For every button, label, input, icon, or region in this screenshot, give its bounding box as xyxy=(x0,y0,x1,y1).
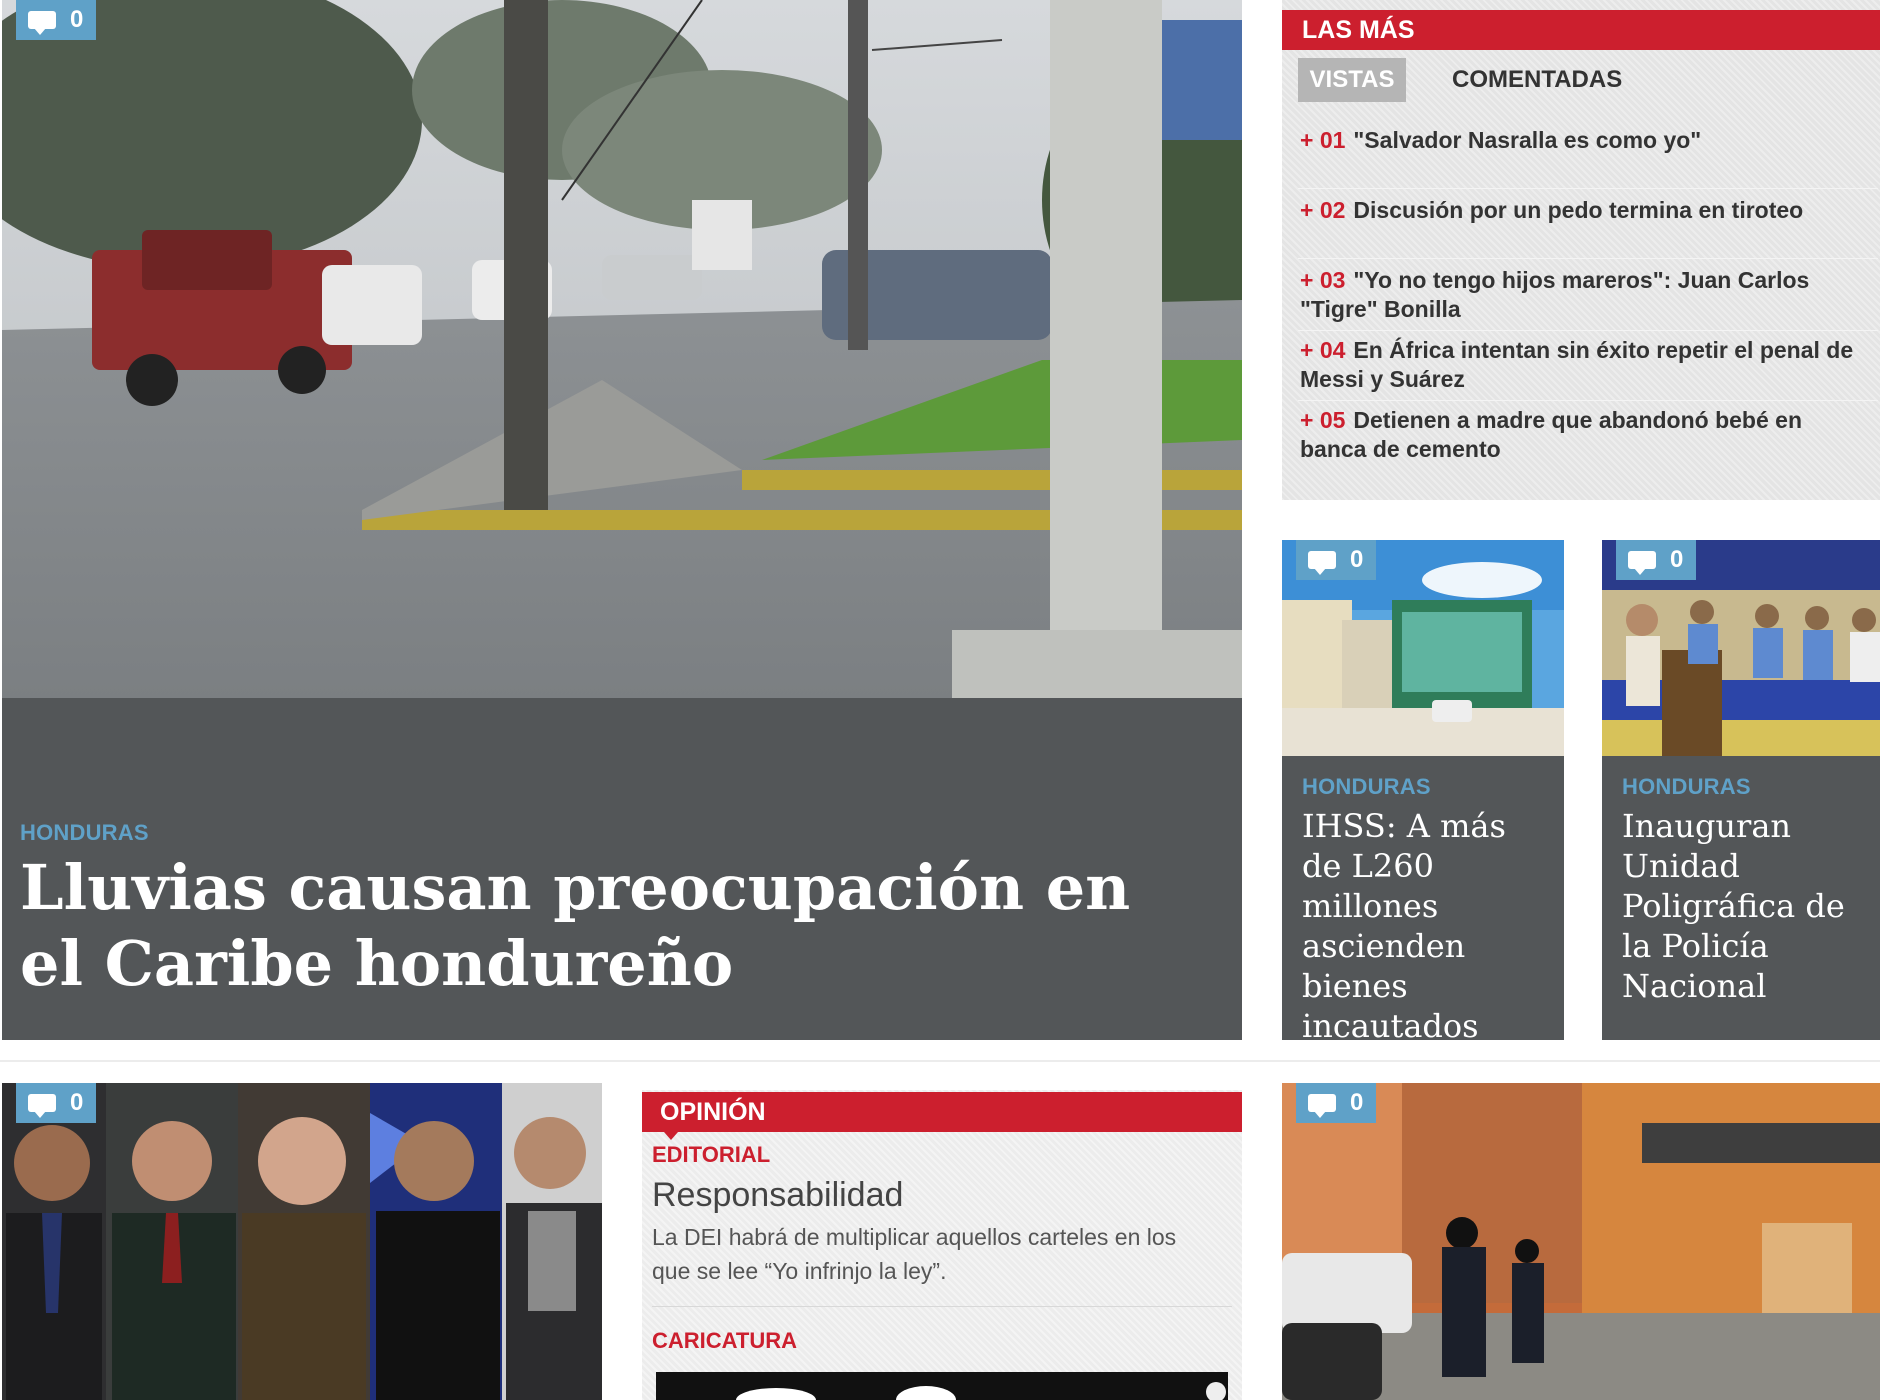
cartoon-drawing xyxy=(656,1372,1228,1400)
rank-number: + 03 xyxy=(1300,267,1346,293)
comment-count: 0 xyxy=(1350,1089,1364,1116)
rainy-street-image xyxy=(2,0,1242,700)
police-raid-article[interactable]: 0 xyxy=(1282,1083,1880,1400)
celebrity-collage-article[interactable]: 0 xyxy=(2,1083,602,1400)
editorial-title[interactable]: Responsabilidad xyxy=(652,1176,903,1215)
popular-item[interactable]: + 02 Discusión por un pedo termina en tir… xyxy=(1300,196,1870,225)
rank-number: + 05 xyxy=(1300,407,1346,433)
most-popular-widget: LAS MÁS VISTAS COMENTADAS + 01 "Salvador … xyxy=(1282,0,1880,500)
most-popular-header: LAS MÁS xyxy=(1282,10,1880,50)
popular-item[interactable]: + 01 "Salvador Nasralla es como yo" xyxy=(1300,126,1870,155)
popular-item-title: "Salvador Nasralla es como yo" xyxy=(1353,127,1702,153)
comment-count: 0 xyxy=(1670,546,1684,573)
comment-count-badge[interactable]: 0 xyxy=(1296,540,1376,580)
card-photo[interactable]: 0 xyxy=(1602,540,1880,756)
popular-item[interactable]: + 03 "Yo no tengo hijos mareros": Juan Ca… xyxy=(1300,266,1870,324)
card-photo[interactable]: 0 xyxy=(1282,540,1564,756)
popular-item[interactable]: + 05 Detienen a madre que abandonó bebé e… xyxy=(1300,406,1870,464)
comment-icon xyxy=(28,1094,56,1118)
card-section-label[interactable]: HONDURAS xyxy=(1622,774,1751,800)
opinion-widget: OPINIÓN EDITORIAL Responsabilidad La DEI… xyxy=(642,1090,1242,1400)
comment-count: 0 xyxy=(70,6,84,33)
tab-comentadas[interactable]: COMENTADAS xyxy=(1452,58,1622,102)
row-divider xyxy=(0,1060,1880,1062)
popular-item-title: Discusión por un pedo termina en tiroteo xyxy=(1353,197,1804,223)
divider xyxy=(1298,188,1878,189)
news-card[interactable]: 0 HONDURAS Inauguran Unidad Poligráfica … xyxy=(1602,540,1880,1040)
comment-count-badge[interactable]: 0 xyxy=(1296,1083,1376,1123)
opinion-header[interactable]: OPINIÓN xyxy=(642,1092,1242,1140)
comment-icon xyxy=(1308,1094,1336,1118)
rank-number: + 04 xyxy=(1300,337,1346,363)
comment-count-badge[interactable]: 0 xyxy=(1616,540,1696,580)
editorial-summary: La DEI habrá de multiplicar aquellos car… xyxy=(652,1224,1177,1284)
card-headline[interactable]: IHSS: A más de L260 millones ascienden b… xyxy=(1302,806,1552,1040)
rank-number: + 01 xyxy=(1300,127,1346,153)
divider xyxy=(1298,258,1878,259)
popular-item-title: Detienen a madre que abandonó bebé en ba… xyxy=(1300,407,1802,462)
editorial-label[interactable]: EDITORIAL xyxy=(652,1142,770,1168)
comment-count-badge[interactable]: 0 xyxy=(16,1083,96,1123)
police-street-image xyxy=(1282,1083,1880,1400)
popular-item-title: "Yo no tengo hijos mareros": Juan Carlos… xyxy=(1300,267,1810,322)
popular-item[interactable]: + 04 En África intentan sin éxito repetir… xyxy=(1300,336,1870,394)
comment-count-badge[interactable]: 0 xyxy=(16,0,96,40)
card-headline[interactable]: Inauguran Unidad Poligráfica de la Polic… xyxy=(1622,806,1872,1006)
comment-icon xyxy=(1308,551,1336,575)
comment-count: 0 xyxy=(70,1089,84,1116)
caricatura-image[interactable] xyxy=(656,1372,1228,1400)
hero-article[interactable]: 0 HONDURAS Lluvias causan preocupación e… xyxy=(2,0,1242,1040)
tab-vistas[interactable]: VISTAS xyxy=(1298,58,1406,102)
hero-caption-panel: HONDURAS Lluvias causan preocupación en … xyxy=(2,698,1242,1040)
hero-photo[interactable]: 0 xyxy=(2,0,1242,700)
divider xyxy=(652,1306,1232,1307)
divider xyxy=(1298,400,1878,401)
comment-count: 0 xyxy=(1350,546,1364,573)
popular-item-title: En África intentan sin éxito repetir el … xyxy=(1300,337,1854,392)
divider xyxy=(1298,330,1878,331)
comment-icon xyxy=(1628,551,1656,575)
actors-collage-image xyxy=(2,1083,602,1400)
card-section-label[interactable]: HONDURAS xyxy=(1302,774,1431,800)
hero-section-label[interactable]: HONDURAS xyxy=(20,820,149,846)
hero-headline[interactable]: Lluvias causan preocupación en el Caribe… xyxy=(20,850,1200,1002)
caricatura-label[interactable]: CARICATURA xyxy=(652,1328,797,1354)
rank-number: + 02 xyxy=(1300,197,1346,223)
news-card[interactable]: 0 HONDURAS IHSS: A más de L260 millones … xyxy=(1282,540,1564,1040)
comment-icon xyxy=(28,11,56,35)
